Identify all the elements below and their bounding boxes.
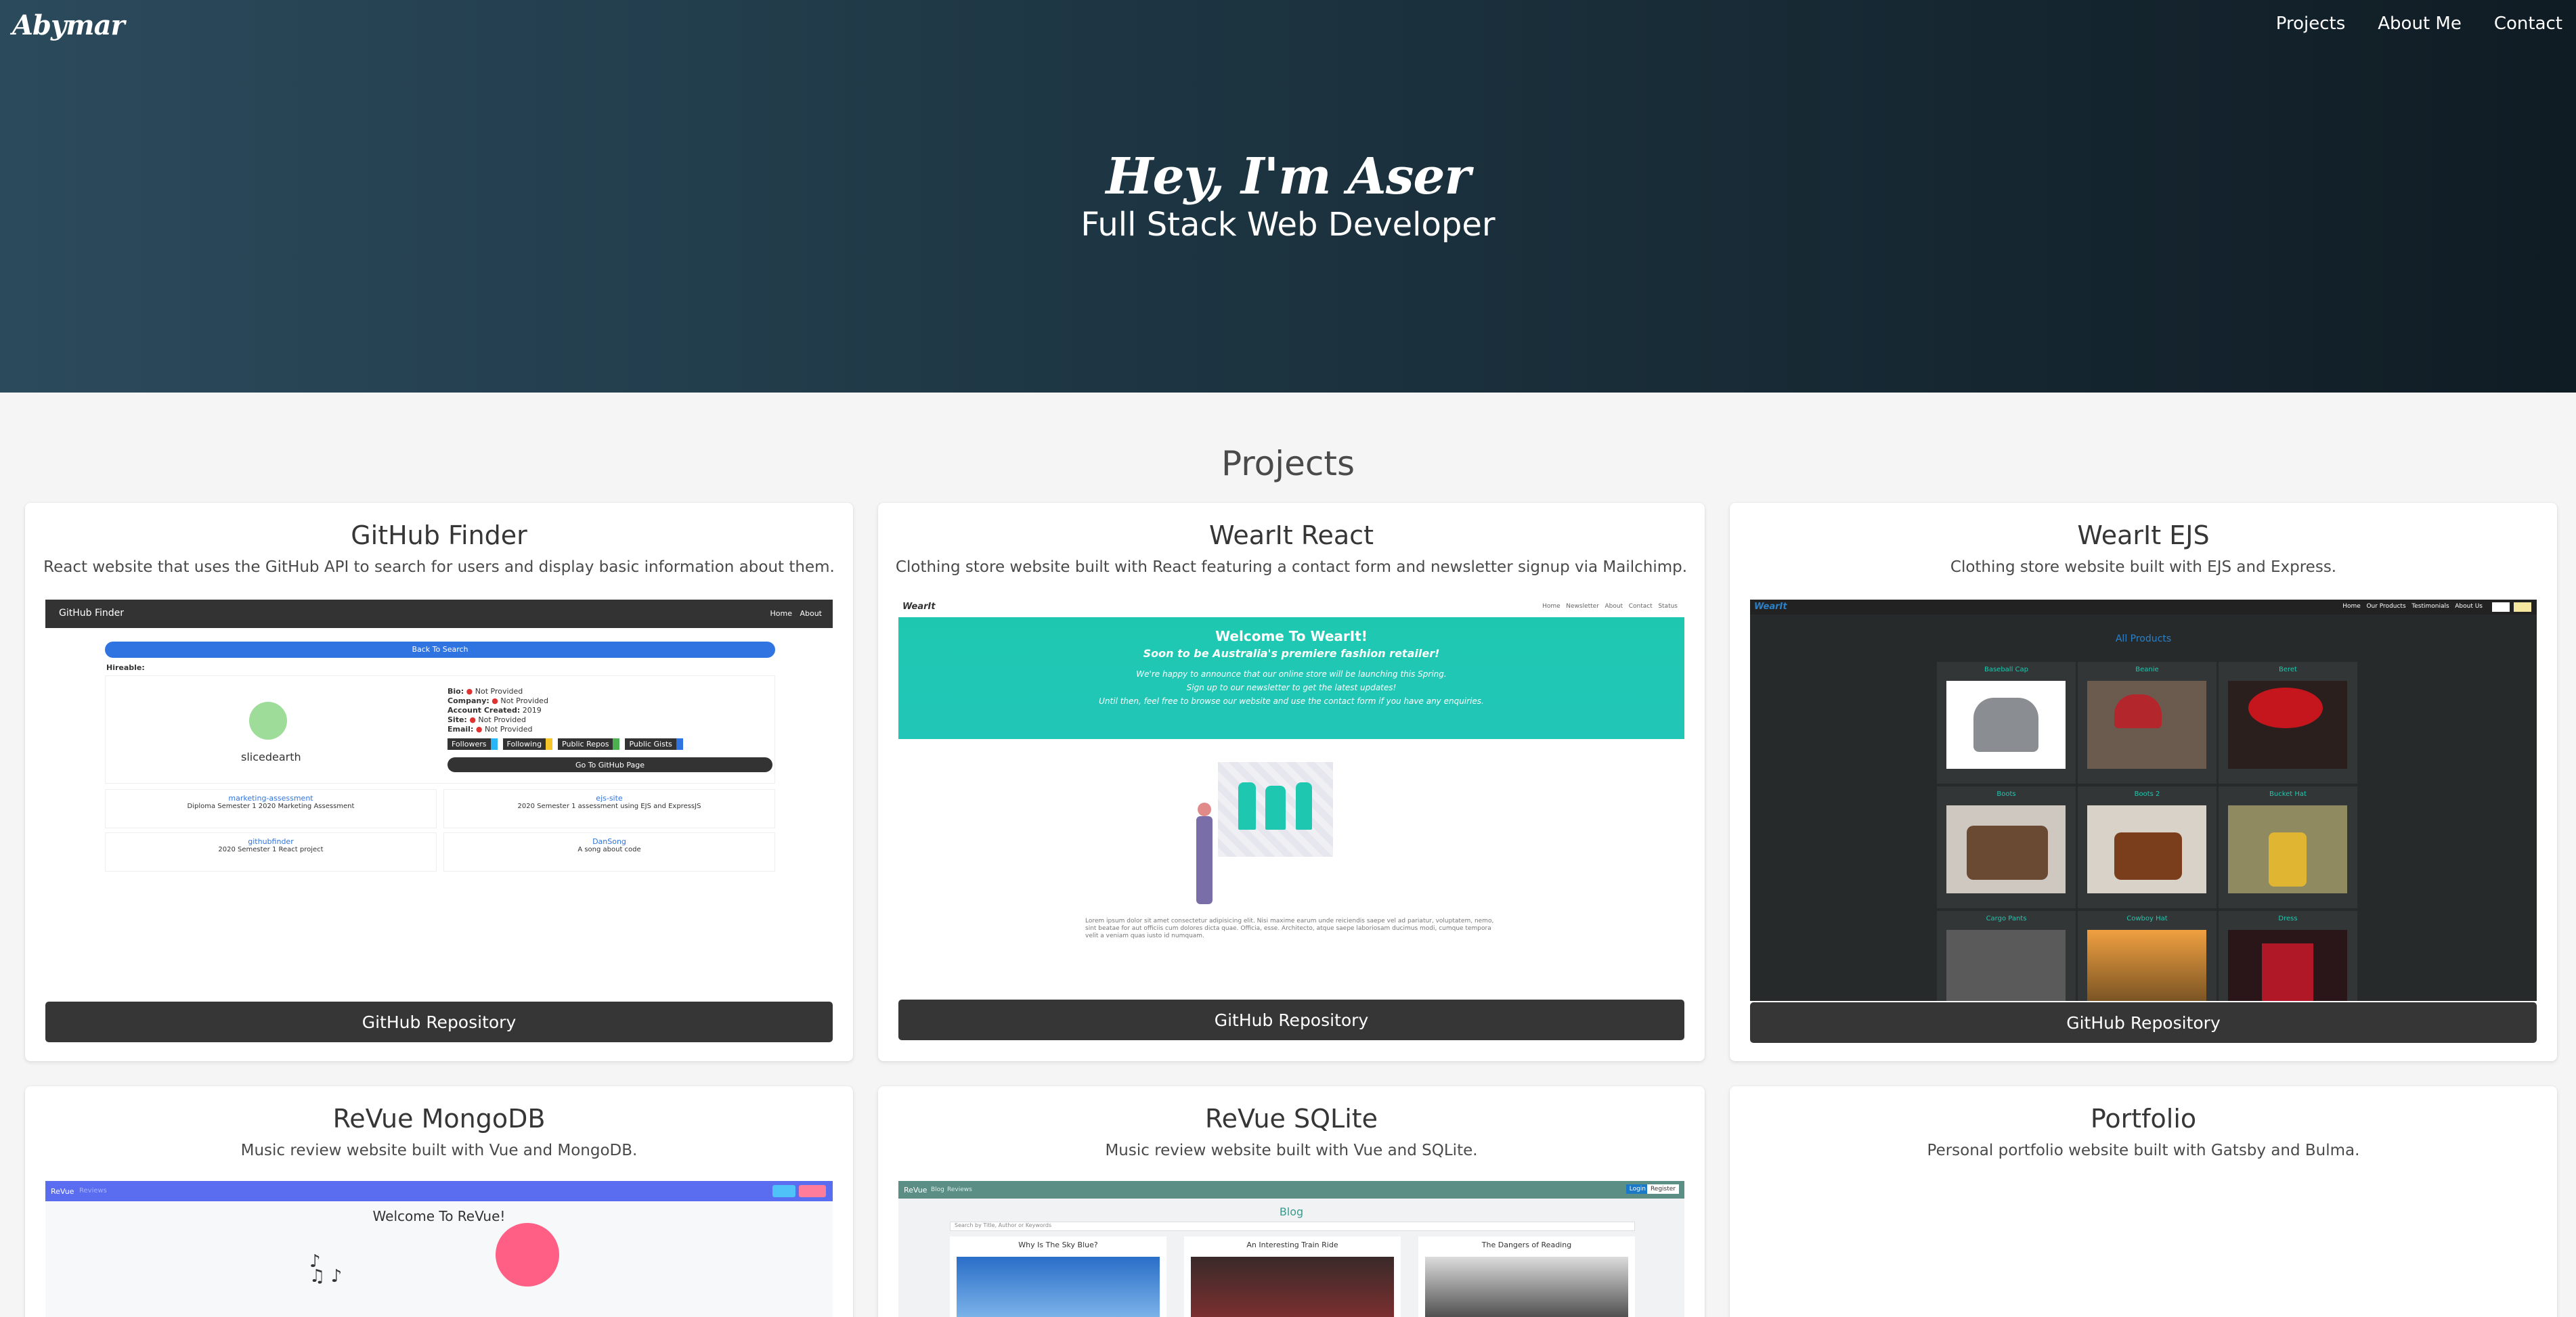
project-title: WearIt React <box>1209 520 1374 550</box>
mini-nav-home: Home <box>770 609 792 618</box>
project-card-revue-mongodb: ReVue MongoDB Music review website built… <box>25 1086 853 1317</box>
mini-navbar: GitHub Finder Home About <box>45 600 833 628</box>
project-title: Portfolio <box>2090 1104 2197 1134</box>
github-repository-button[interactable]: GitHub Repository <box>1750 1002 2537 1043</box>
project-card-portfolio: Portfolio Personal portfolio website bui… <box>1730 1086 2557 1317</box>
mini-product-tile: Beret <box>2219 662 2357 784</box>
project-description: Music review website built with Vue and … <box>240 1142 638 1159</box>
project-card-github-finder: GitHub Finder React website that uses th… <box>25 503 853 1061</box>
hero-banner: Abymar Projects About Me Contact Hey, I'… <box>0 0 2576 393</box>
mini-navbar: ReVue Blog Reviews Login Register <box>898 1181 1684 1199</box>
mini-brand: ReVue <box>904 1186 927 1195</box>
mini-nav-blog: Blog <box>931 1186 944 1193</box>
mini-navbar: ReVue Reviews <box>45 1181 833 1201</box>
mini-register: Register <box>1646 1184 1679 1194</box>
mini-lorem: Lorem ipsum dolor sit amet consectetur a… <box>1085 918 1494 939</box>
mini-product-tile: Bucket Hat <box>2219 786 2357 908</box>
mini-post-card: The Dangers of Reading <box>1418 1236 1635 1317</box>
project-screenshot[interactable]: WearIt Home Newsletter About Contact Sta… <box>898 600 1684 992</box>
github-repository-button[interactable]: GitHub Repository <box>898 1000 1684 1040</box>
mini-product-tile: Cowboy Hat <box>2078 911 2217 1001</box>
projects-heading: Projects <box>1221 444 1355 483</box>
project-description: Clothing store website built with React … <box>895 558 1688 576</box>
mini-banner: Welcome To WearIt! Soon to be Australia'… <box>898 617 1684 739</box>
nav-link-contact[interactable]: Contact <box>2475 14 2576 34</box>
project-screenshot[interactable]: GitHub Finder Home About Back To Search … <box>45 600 833 992</box>
brand-logo[interactable]: Abymar <box>12 9 125 41</box>
project-title: ReVue SQLite <box>1204 1104 1378 1134</box>
mini-nav: Home Newsletter About Contact Status <box>1542 603 1678 610</box>
mini-post-card: Why Is The Sky Blue? <box>950 1236 1166 1317</box>
mini-heading: All Products <box>2115 633 2172 644</box>
mini-circle <box>496 1223 559 1287</box>
mini-navbar: WearIt Home Our Products Testimonials Ab… <box>1750 600 2537 615</box>
mini-post-card: An Interesting Train Ride <box>1184 1236 1401 1317</box>
mini-product-tile: Boots <box>1937 786 2076 908</box>
mini-brand: WearIt <box>1754 602 1787 612</box>
project-title: ReVue MongoDB <box>332 1104 546 1134</box>
hero-title: Hey, I'm Aser <box>1106 148 1471 206</box>
mini-goto-button: Go To GitHub Page <box>447 757 772 772</box>
mini-product-tile: Beanie <box>2078 662 2217 784</box>
project-title: GitHub Finder <box>351 520 527 550</box>
mini-back-button: Back To Search <box>105 642 775 658</box>
project-description: Personal portfolio website built with Ga… <box>1927 1142 2360 1159</box>
mini-brand: WearIt <box>902 602 936 612</box>
mini-illustration <box>1191 755 1333 911</box>
mini-brand: ReVue <box>51 1187 74 1196</box>
mini-brand: GitHub Finder <box>59 608 125 619</box>
project-screenshot[interactable]: ReVue Reviews Welcome To ReVue! ♪ ♫ ♪ <box>45 1181 833 1317</box>
mini-avatar <box>249 702 287 740</box>
project-screenshot[interactable]: ReVue Blog Reviews Login Register Blog S… <box>898 1181 1684 1317</box>
main-nav: Projects About Me Contact <box>2257 14 2576 34</box>
mini-badges: Followers Following Public Repos Public … <box>447 738 683 750</box>
mini-welcome: Welcome To ReVue! <box>372 1208 506 1224</box>
mini-repo-card: ejs-site 2020 Semester 1 assessment usin… <box>443 789 775 828</box>
mini-nav-about: About <box>800 609 822 618</box>
mini-search: Search by Title, Author or Keywords <box>950 1222 1635 1231</box>
mini-nav-reviews: Reviews <box>947 1186 972 1193</box>
mini-repo-card: marketing-assessment Diploma Semester 1 … <box>105 789 437 828</box>
mini-hireable: Hireable: <box>106 663 145 672</box>
project-card-wearit-ejs: WearIt EJS Clothing store website built … <box>1730 503 2557 1061</box>
project-title: WearIt EJS <box>2077 520 2210 550</box>
hero-subtitle: Full Stack Web Developer <box>1080 206 1496 244</box>
mini-heading: Blog <box>1279 1205 1304 1218</box>
mini-nav-reviews: Reviews <box>79 1187 107 1195</box>
mini-nav: Home Our Products Testimonials About Us <box>2342 603 2483 610</box>
nav-link-about[interactable]: About Me <box>2359 14 2475 34</box>
mini-product-tile: Baseball Cap <box>1937 662 2076 784</box>
mini-navbar: WearIt Home Newsletter About Contact Sta… <box>898 600 1684 615</box>
project-description: React website that uses the GitHub API t… <box>43 558 835 576</box>
mini-username: slicedearth <box>241 751 301 763</box>
mini-notes: ♪ ♫ ♪ <box>309 1251 343 1287</box>
project-description: Music review website built with Vue and … <box>1105 1142 1478 1159</box>
mini-fields: Bio: ● Not Provided Company: ● Not Provi… <box>447 687 548 734</box>
project-description: Clothing store website built with EJS an… <box>1950 558 2337 576</box>
mini-product-tile: Dress <box>2219 911 2357 1001</box>
nav-link-projects[interactable]: Projects <box>2257 14 2359 34</box>
project-card-wearit-react: WearIt React Clothing store website buil… <box>878 503 1705 1061</box>
project-card-revue-sqlite: ReVue SQLite Music review website built … <box>878 1086 1705 1317</box>
mini-login: Login <box>1625 1184 1649 1194</box>
mini-profile-box: slicedearth Bio: ● Not Provided Company:… <box>105 675 775 784</box>
mini-repo-card: DanSong A song about code <box>443 832 775 872</box>
mini-product-tile: Boots 2 <box>2078 786 2217 908</box>
github-repository-button[interactable]: GitHub Repository <box>45 1002 833 1042</box>
project-screenshot[interactable]: WearIt Home Our Products Testimonials Ab… <box>1750 600 2537 1001</box>
mini-repo-card: githubfinder 2020 Semester 1 React proje… <box>105 832 437 872</box>
mini-product-tile: Cargo Pants <box>1937 911 2076 1001</box>
